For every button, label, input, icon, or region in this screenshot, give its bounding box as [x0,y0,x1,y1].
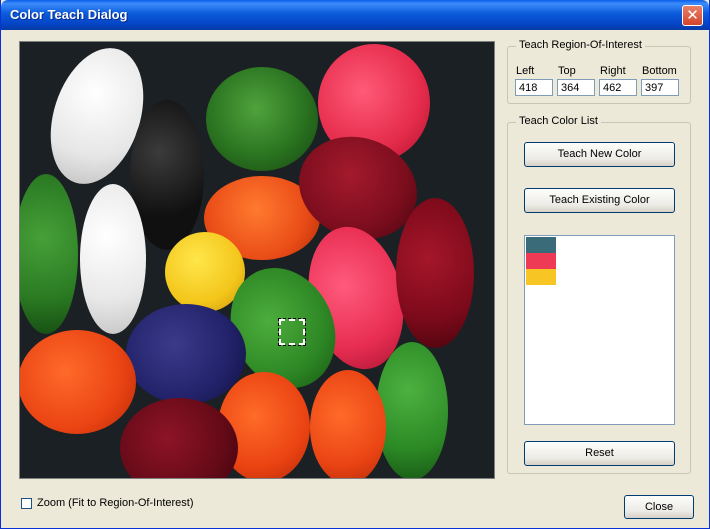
reset-button[interactable]: Reset [524,441,675,466]
jelly-bean-purple [126,304,246,404]
color-swatch[interactable] [526,253,556,269]
roi-left-field[interactable]: 418 [515,79,553,96]
title-bar[interactable]: Color Teach Dialog ✕ [1,0,709,30]
region-of-interest-box[interactable] [278,318,306,346]
jelly-bean-orange [20,330,136,434]
roi-group-label: Teach Region-Of-Interest [516,39,645,51]
zoom-label: Zoom (Fit to Region-Of-Interest) [37,497,194,509]
window-title: Color Teach Dialog [10,7,128,22]
image-viewer[interactable] [19,41,495,479]
jelly-bean-green [376,342,448,478]
roi-top-field[interactable]: 364 [557,79,595,96]
color-swatch[interactable] [526,269,556,285]
window-close-icon[interactable]: ✕ [682,5,703,26]
color-list-group-label: Teach Color List [516,115,601,127]
right-label: Right [600,65,626,77]
jelly-bean-green [20,174,78,334]
teach-existing-color-button[interactable]: Teach Existing Color [524,188,675,213]
jelly-bean-white [80,184,146,334]
close-button[interactable]: Close [624,495,694,519]
color-swatch[interactable] [526,237,556,253]
color-list[interactable] [524,235,675,425]
color-teach-dialog: Color Teach Dialog ✕ Teach Region-Of-Int… [0,0,710,529]
bottom-label: Bottom [642,65,677,77]
left-label: Left [516,65,535,77]
zoom-checkbox[interactable] [21,498,32,509]
teach-new-color-button[interactable]: Teach New Color [524,142,675,167]
roi-bottom-field[interactable]: 397 [641,79,679,96]
top-label: Top [558,65,576,77]
jelly-bean-darkred [396,198,474,348]
jelly-bean-green [206,67,318,171]
jelly-bean-orange [310,370,386,478]
roi-right-field[interactable]: 462 [599,79,637,96]
